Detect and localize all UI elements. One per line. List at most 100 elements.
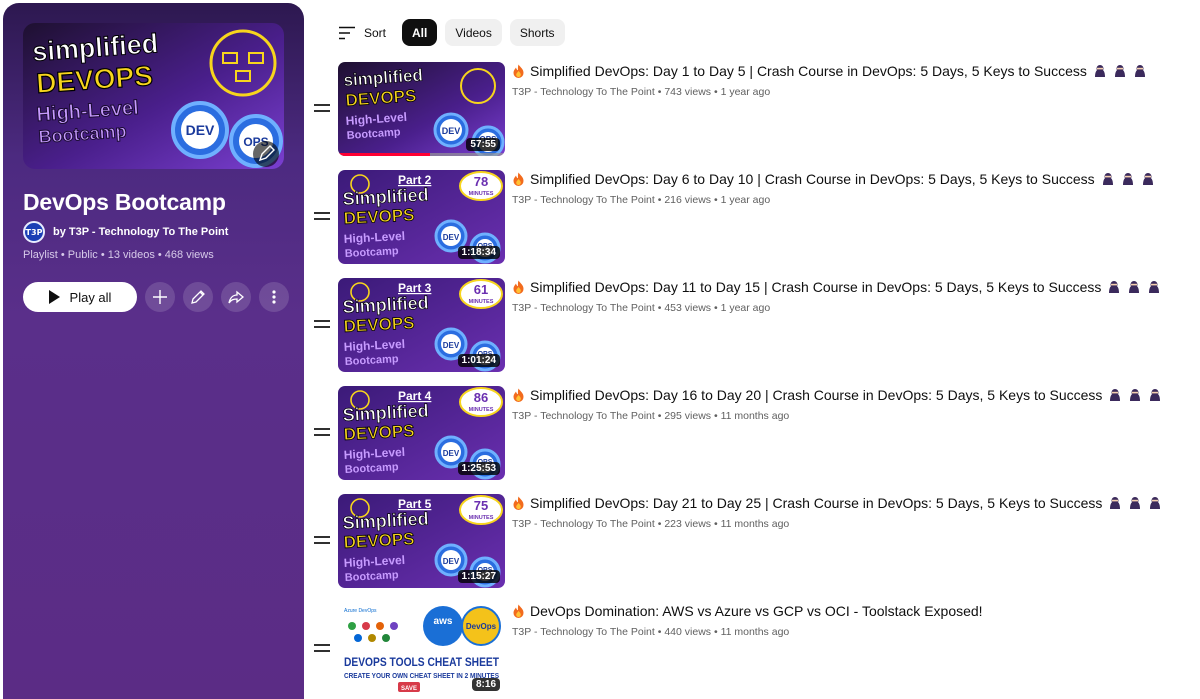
video-age: 1 year ago	[720, 86, 771, 98]
ninja-emoji-icon	[1130, 389, 1141, 401]
ninja-emoji-icon	[1150, 497, 1161, 509]
video-views: 223 views	[664, 518, 712, 530]
video-duration: 57:55	[466, 138, 500, 151]
watch-progress-track	[338, 153, 505, 156]
video-channel[interactable]: T3P - Technology To The Point	[512, 626, 655, 638]
owner-avatar[interactable]: T3P	[23, 221, 45, 243]
chip-all[interactable]: All	[402, 19, 438, 46]
video-channel[interactable]: T3P - Technology To The Point	[512, 410, 655, 422]
video-meta: T3P - Technology To The Point • 295 view…	[512, 410, 1162, 422]
edit-playlist-button[interactable]	[183, 282, 213, 312]
video-row[interactable]: Part 5 75 MINUTES Simplified DEVOPS High…	[314, 494, 1174, 589]
video-title-row[interactable]: DevOps Domination: AWS vs Azure vs GCP v…	[512, 603, 983, 619]
video-info: Simplified DevOps: Day 16 to Day 20 | Cr…	[512, 387, 1162, 422]
ninja-emoji-icon	[1150, 389, 1161, 401]
video-meta: T3P - Technology To The Point • 453 view…	[512, 302, 1161, 314]
video-channel[interactable]: T3P - Technology To The Point	[512, 302, 655, 314]
video-title-row[interactable]: Simplified DevOps: Day 21 to Day 25 | Cr…	[512, 495, 1162, 511]
video-thumbnail[interactable]: Part 2 78 MINUTES Simplified DEVOPS High…	[338, 170, 505, 264]
meta-separator: •	[713, 626, 721, 638]
video-info: Simplified DevOps: Day 6 to Day 10 | Cra…	[512, 171, 1155, 206]
video-row[interactable]: simplified DEVOPS High-Level Bootcamp DE…	[314, 62, 1174, 157]
video-row[interactable]: Part 3 61 MINUTES Simplified DEVOPS High…	[314, 278, 1174, 373]
thumb-line2: DEVOPS	[343, 313, 415, 336]
play-icon	[48, 290, 60, 304]
owner-name[interactable]: by T3P - Technology To The Point	[53, 226, 228, 238]
chip-videos[interactable]: Videos	[445, 19, 502, 46]
thumb-minutes-num: 78	[474, 174, 488, 189]
video-meta: T3P - Technology To The Point • 440 view…	[512, 626, 983, 638]
ninja-emoji-icon	[1134, 65, 1145, 77]
video-thumbnail[interactable]: Part 3 61 MINUTES Simplified DEVOPS High…	[338, 278, 505, 372]
ninja-emoji-icon	[1110, 497, 1121, 509]
filter-bar: Sort All Videos Shorts	[338, 19, 565, 46]
video-age: 1 year ago	[720, 302, 771, 314]
video-duration: 1:01:24	[457, 354, 500, 367]
owner-row[interactable]: T3P by T3P - Technology To The Point	[23, 221, 228, 243]
thumb-cs-line1: DEVOPS TOOLS CHEAT SHEET	[344, 655, 500, 669]
playlist-title: DevOps Bootcamp	[23, 189, 226, 215]
video-title[interactable]: Simplified DevOps: Day 16 to Day 20 | Cr…	[530, 387, 1102, 403]
drag-handle-icon[interactable]	[314, 104, 330, 114]
video-title-row[interactable]: Simplified DevOps: Day 11 to Day 15 | Cr…	[512, 279, 1161, 295]
video-title[interactable]: Simplified DevOps: Day 21 to Day 25 | Cr…	[530, 495, 1102, 511]
video-info: Simplified DevOps: Day 11 to Day 15 | Cr…	[512, 279, 1161, 314]
drag-handle-icon[interactable]	[314, 320, 330, 330]
thumb-minutes-label: MINUTES	[469, 515, 494, 521]
chip-shorts[interactable]: Shorts	[509, 19, 565, 46]
video-channel[interactable]: T3P - Technology To The Point	[512, 86, 655, 98]
video-age: 1 year ago	[720, 194, 771, 206]
thumb-minutes-label: MINUTES	[469, 191, 494, 197]
play-all-button[interactable]: Play all	[23, 282, 137, 312]
video-channel[interactable]: T3P - Technology To The Point	[512, 194, 655, 206]
ninja-emoji-icon	[1149, 281, 1160, 293]
drag-handle-icon[interactable]	[314, 536, 330, 546]
video-views: 743 views	[664, 86, 712, 98]
more-options-button[interactable]	[259, 282, 289, 312]
ninja-emoji-icon	[1130, 497, 1141, 509]
add-to-playlist-button[interactable]	[145, 282, 175, 312]
thumb-minutes-num: 75	[474, 498, 488, 513]
video-row[interactable]: Part 2 78 MINUTES Simplified DEVOPS High…	[314, 170, 1174, 265]
sort-button[interactable]: Sort	[338, 26, 386, 40]
thumb-line2: DEVOPS	[343, 421, 415, 444]
video-thumbnail[interactable]: simplified DEVOPS High-Level Bootcamp DE…	[338, 62, 505, 156]
thumb-cs-brand: Azure DevOps	[344, 608, 377, 614]
thumb-badge-dev: DEV	[443, 341, 460, 350]
video-row[interactable]: Azure DevOps aws DevOps DEVOPS TOOLS CHE…	[314, 602, 1174, 697]
video-meta: T3P - Technology To The Point • 216 view…	[512, 194, 1155, 206]
video-title-row[interactable]: Simplified DevOps: Day 1 to Day 5 | Cras…	[512, 63, 1147, 79]
meta-separator: •	[713, 86, 721, 98]
share-button[interactable]	[221, 282, 251, 312]
meta-separator: •	[713, 302, 721, 314]
video-info: Simplified DevOps: Day 21 to Day 25 | Cr…	[512, 495, 1162, 530]
video-thumbnail[interactable]: Azure DevOps aws DevOps DEVOPS TOOLS CHE…	[338, 602, 505, 696]
video-title-row[interactable]: Simplified DevOps: Day 16 to Day 20 | Cr…	[512, 387, 1162, 403]
video-views: 440 views	[664, 626, 712, 638]
edit-icon	[191, 290, 205, 304]
fire-icon	[513, 280, 524, 294]
playlist-panel: simplified DEVOPS High-Level Bootcamp DE…	[3, 3, 304, 699]
video-title[interactable]: DevOps Domination: AWS vs Azure vs GCP v…	[530, 603, 983, 619]
meta-separator: •	[713, 518, 721, 530]
drag-handle-icon[interactable]	[314, 212, 330, 222]
thumb-badge-dev: DEV	[443, 449, 460, 458]
video-thumbnail[interactable]: Part 5 75 MINUTES Simplified DEVOPS High…	[338, 494, 505, 588]
video-thumbnail[interactable]: Part 4 86 MINUTES Simplified DEVOPS High…	[338, 386, 505, 480]
video-meta: T3P - Technology To The Point • 743 view…	[512, 86, 1147, 98]
thumb-badge-dev: DEV	[442, 126, 461, 136]
ninja-emoji-icon	[1102, 173, 1113, 185]
playlist-cover[interactable]: simplified DEVOPS High-Level Bootcamp DE…	[23, 23, 284, 169]
video-title[interactable]: Simplified DevOps: Day 1 to Day 5 | Cras…	[530, 63, 1087, 79]
thumb-cs-aws: aws	[434, 616, 453, 627]
video-title-row[interactable]: Simplified DevOps: Day 6 to Day 10 | Cra…	[512, 171, 1155, 187]
video-title[interactable]: Simplified DevOps: Day 6 to Day 10 | Cra…	[530, 171, 1095, 187]
video-channel[interactable]: T3P - Technology To The Point	[512, 518, 655, 530]
playlist-actions: Play all	[23, 282, 289, 312]
video-title[interactable]: Simplified DevOps: Day 11 to Day 15 | Cr…	[530, 279, 1101, 295]
drag-handle-icon[interactable]	[314, 428, 330, 438]
video-views: 295 views	[664, 410, 712, 422]
ninja-emoji-icon	[1109, 281, 1120, 293]
video-row[interactable]: Part 4 86 MINUTES Simplified DEVOPS High…	[314, 386, 1174, 481]
drag-handle-icon[interactable]	[314, 644, 330, 654]
